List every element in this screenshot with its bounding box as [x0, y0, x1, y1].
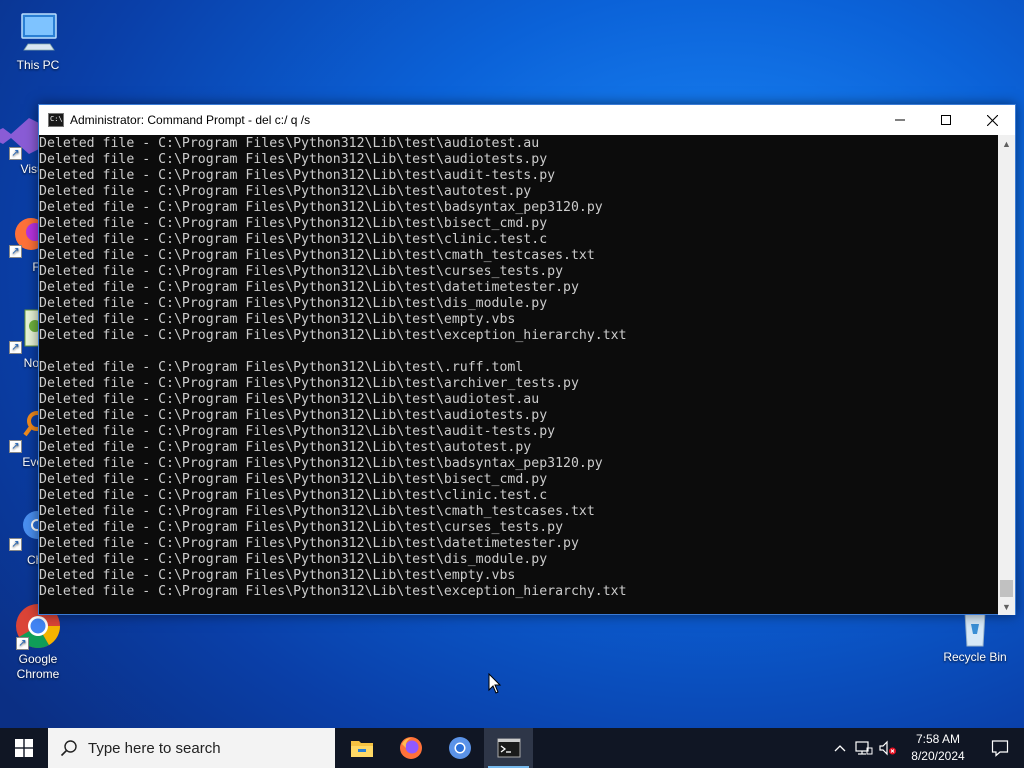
minimize-icon — [895, 119, 905, 121]
terminal-line: Deleted file - C:\Program Files\Python31… — [39, 216, 548, 231]
terminal-line: Deleted file - C:\Program Files\Python31… — [39, 200, 603, 215]
clock[interactable]: 7:58 AM 8/20/2024 — [900, 731, 976, 765]
shortcut-arrow-icon: ↗ — [9, 341, 22, 354]
file-explorer-icon — [350, 741, 373, 757]
vertical-scrollbar[interactable]: ▲ ▼ — [998, 135, 1015, 615]
taskbar-chromium[interactable] — [435, 728, 484, 768]
show-hidden-icons-chevron-up-icon[interactable] — [828, 728, 852, 768]
terminal-line: Deleted file - C:\Program Files\Python31… — [39, 296, 548, 311]
windows-logo-icon — [15, 739, 33, 757]
maximize-button[interactable] — [923, 105, 969, 135]
scrollbar-thumb[interactable] — [1000, 580, 1013, 597]
firefox-icon: ↗ — [0, 210, 47, 258]
search-placeholder: Type here to search — [88, 739, 221, 757]
action-center-button[interactable] — [976, 728, 1024, 768]
command-prompt-icon — [497, 738, 520, 758]
chrome-icon — [448, 737, 471, 759]
firefox-icon — [399, 737, 422, 759]
window-titlebar[interactable]: C:\ Administrator: Command Prompt - del … — [39, 105, 1015, 135]
scroll-up-arrow-icon[interactable]: ▲ — [998, 135, 1015, 152]
terminal-line: Deleted file - C:\Program Files\Python31… — [39, 488, 548, 503]
window-title: Administrator: Command Prompt - del c:/ … — [70, 113, 311, 127]
terminal-line: Deleted file - C:\Program Files\Python31… — [39, 168, 556, 183]
terminal-line: Deleted file - C:\Program Files\Python31… — [39, 232, 548, 247]
shortcut-arrow-icon: ↗ — [9, 538, 22, 551]
terminal-line: Deleted file - C:\Program Files\Python31… — [39, 280, 579, 295]
search-icon — [60, 740, 77, 757]
terminal-line: Deleted file - C:\Program Files\Python31… — [39, 520, 564, 535]
system-tray: 7:58 AM 8/20/2024 — [828, 728, 1024, 768]
desktop-icon-label: This PC — [16, 58, 60, 72]
clock-time: 7:58 AM — [915, 732, 961, 746]
notepad-icon: ↗ — [0, 306, 44, 354]
terminal-line: Deleted file - C:\Program Files\Python31… — [39, 408, 548, 423]
terminal-line: Deleted file - C:\Program Files\Python31… — [39, 568, 516, 583]
maximize-icon — [941, 115, 951, 125]
everything-search-icon: ↗ — [0, 405, 47, 453]
terminal-line: Deleted file - C:\Program Files\Python31… — [39, 136, 540, 151]
start-button[interactable] — [0, 728, 48, 768]
terminal-line: Deleted file - C:\Program Files\Python31… — [39, 184, 532, 199]
terminal-line: Deleted file - C:\Program Files\Python31… — [39, 360, 524, 375]
terminal-line: Deleted file - C:\Program Files\Python31… — [39, 504, 595, 519]
shortcut-arrow-icon: ↗ — [9, 245, 22, 258]
terminal-line: Deleted file - C:\Program Files\Python31… — [39, 392, 540, 407]
visual-studio-icon: ↗ — [0, 112, 43, 160]
terminal-line: Deleted file - C:\Program Files\Python31… — [39, 440, 532, 455]
command-prompt-icon: C:\ — [48, 113, 64, 127]
terminal-output[interactable]: Deleted file - C:\Program Files\Python31… — [39, 135, 1000, 615]
terminal-line: Deleted file - C:\Program Files\Python31… — [39, 152, 548, 167]
taskbar: Type here to search 7:58 AM 8/20/2024 — [0, 728, 1024, 768]
shortcut-arrow-icon: ↗ — [16, 637, 29, 650]
clock-date: 8/20/2024 — [911, 749, 965, 763]
terminal-line: Deleted file - C:\Program Files\Python31… — [39, 264, 564, 279]
desktop-icon-this-pc[interactable]: This PC — [0, 8, 76, 73]
terminal-line: Deleted file - C:\Program Files\Python31… — [39, 552, 548, 567]
volume-muted-icon[interactable] — [876, 728, 900, 768]
taskbar-firefox[interactable] — [386, 728, 435, 768]
shortcut-arrow-icon: ↗ — [9, 147, 22, 160]
shortcut-arrow-icon: ↗ — [9, 440, 22, 453]
terminal-line: Deleted file - C:\Program Files\Python31… — [39, 312, 516, 327]
terminal-line: Deleted file - C:\Program Files\Python31… — [39, 536, 579, 551]
terminal-line: Deleted file - C:\Program Files\Python31… — [39, 328, 627, 343]
terminal-line: Deleted file - C:\Program Files\Python31… — [39, 248, 595, 263]
network-icon[interactable] — [852, 728, 876, 768]
desktop-icon-label: Google Chrome — [16, 652, 60, 681]
terminal-line: Deleted file - C:\Program Files\Python31… — [39, 424, 556, 439]
this-pc-icon — [14, 8, 62, 56]
notification-icon — [991, 740, 1009, 757]
chromium-icon: ↗ — [0, 503, 51, 551]
taskbar-command-prompt[interactable] — [484, 728, 533, 768]
close-icon — [986, 114, 998, 126]
close-button[interactable] — [969, 105, 1015, 135]
terminal-line: Deleted file - C:\Program Files\Python31… — [39, 584, 627, 599]
terminal-line: Deleted file - C:\Program Files\Python31… — [39, 376, 579, 391]
taskbar-file-explorer[interactable] — [337, 728, 386, 768]
taskbar-search-box[interactable]: Type here to search — [48, 728, 335, 768]
terminal-line: Deleted file - C:\Program Files\Python31… — [39, 456, 603, 471]
scroll-down-arrow-icon[interactable]: ▼ — [998, 598, 1015, 615]
minimize-button[interactable] — [877, 105, 923, 135]
command-prompt-window[interactable]: C:\ Administrator: Command Prompt - del … — [38, 104, 1016, 615]
mouse-cursor-icon — [488, 673, 502, 694]
terminal-line: Deleted file - C:\Program Files\Python31… — [39, 472, 548, 487]
desktop-icon-label: Recycle Bin — [943, 650, 1007, 664]
